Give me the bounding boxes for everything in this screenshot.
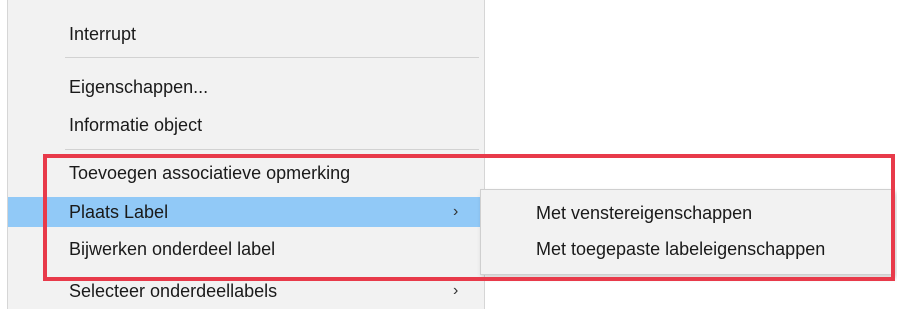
menu-item-label: Informatie object <box>69 115 203 135</box>
menu-item-label: Toevoegen associatieve opmerking <box>69 163 351 183</box>
menu-item-informatie-object[interactable]: Informatie object <box>8 110 484 140</box>
context-menu: Interrupt Eigenschappen... Informatie ob… <box>7 0 485 309</box>
menu-item-selecteer-onderdeellabels[interactable]: Selecteer onderdeellabels › <box>8 276 484 306</box>
menu-item-label: Plaats Label <box>69 202 169 222</box>
submenu-item-met-toegepaste-labeleigenschappen[interactable]: Met toegepaste labeleigenschappen <box>481 234 894 264</box>
submenu-item-label: Met toegepaste labeleigenschappen <box>536 239 826 259</box>
screenshot-stage: Interrupt Eigenschappen... Informatie ob… <box>0 0 897 309</box>
menu-item-bijwerken-onderdeel-label[interactable]: Bijwerken onderdeel label <box>8 234 484 264</box>
chevron-right-icon: › <box>453 282 459 299</box>
submenu-item-met-venstereigenschappen[interactable]: Met venstereigenschappen <box>481 198 894 228</box>
menu-separator <box>65 57 479 58</box>
menu-item-interrupt[interactable]: Interrupt <box>8 19 484 49</box>
menu-item-label: Eigenschappen... <box>69 77 209 97</box>
menu-separator <box>65 149 479 150</box>
menu-item-label: Interrupt <box>69 24 137 44</box>
submenu-item-label: Met venstereigenschappen <box>536 203 753 223</box>
plaats-label-submenu: Met venstereigenschappen Met toegepaste … <box>480 189 895 275</box>
menu-item-label: Selecteer onderdeellabels <box>69 281 278 301</box>
menu-item-toevoegen-associatieve-opmerking[interactable]: Toevoegen associatieve opmerking <box>8 158 484 188</box>
menu-item-plaats-label[interactable]: Plaats Label › <box>8 197 484 227</box>
menu-item-eigenschappen[interactable]: Eigenschappen... <box>8 72 484 102</box>
menu-item-label: Bijwerken onderdeel label <box>69 239 276 259</box>
chevron-right-icon: › <box>453 203 459 220</box>
